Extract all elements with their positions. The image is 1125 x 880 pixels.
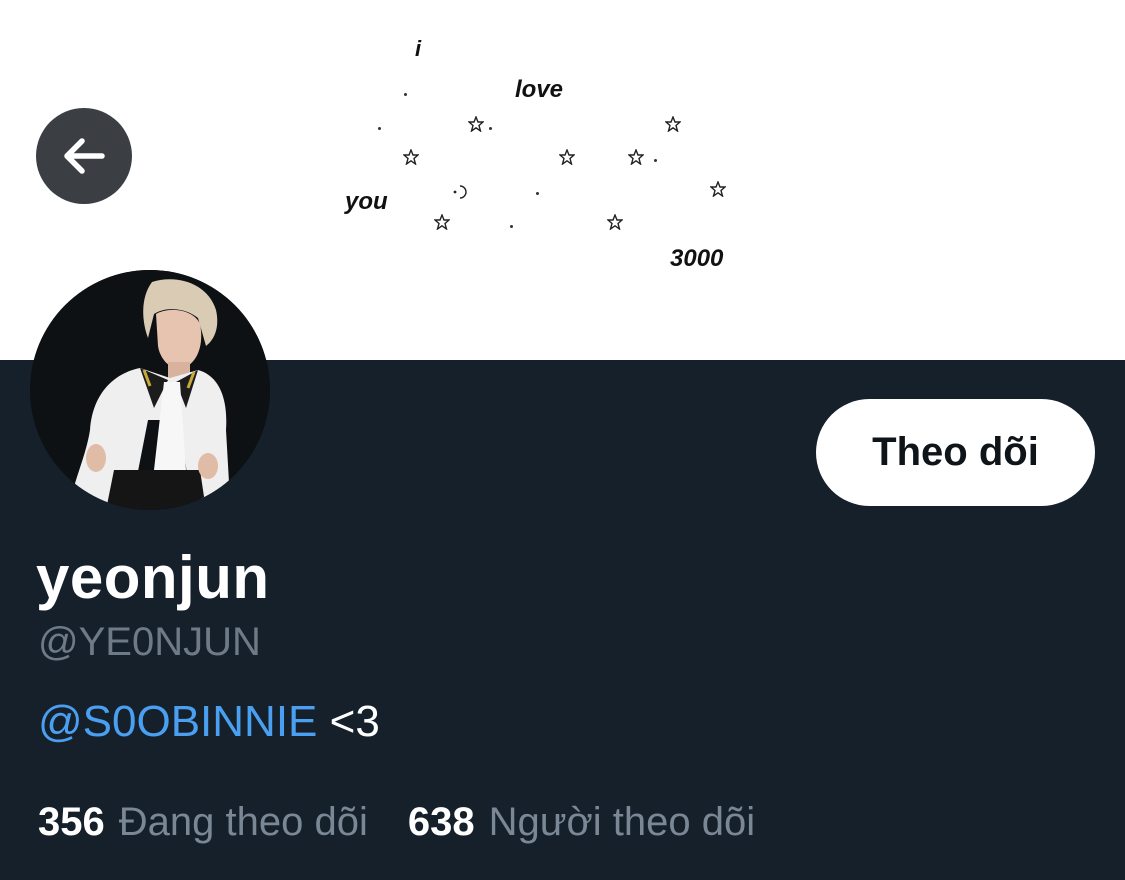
bio-mention-link[interactable]: @S0OBINNIE — [38, 697, 317, 746]
followers-link[interactable]: 638 Người theo dõi — [408, 802, 755, 842]
star-icon — [607, 214, 623, 230]
following-label: Đang theo dõi — [118, 800, 368, 844]
profile-page: i love you 3000 Theo dõi yeonjun @YE0NJU… — [0, 0, 1125, 880]
follow-button[interactable]: Theo dõi — [816, 399, 1095, 506]
star-icon — [665, 116, 681, 132]
star-icon — [403, 149, 419, 165]
following-count: 356 — [38, 800, 105, 844]
banner-dot — [536, 192, 539, 195]
crescent-moon-icon — [452, 183, 470, 201]
avatar[interactable] — [30, 270, 270, 510]
banner-dot — [489, 127, 492, 130]
user-handle: @YE0NJUN — [38, 620, 261, 664]
banner-word-3000: 3000 — [670, 245, 724, 272]
back-button[interactable] — [36, 108, 132, 204]
display-name: yeonjun — [36, 544, 270, 611]
followers-label: Người theo dõi — [488, 800, 756, 844]
banner-word-love: love — [515, 76, 564, 103]
arrow-left-icon — [64, 138, 105, 174]
following-link[interactable]: 356 Đang theo dõi — [38, 802, 368, 842]
follow-stats: 356 Đang theo dõi 638 Người theo dõi — [38, 802, 755, 842]
star-icon — [628, 149, 644, 165]
profile-bio: @S0OBINNIE <3 — [38, 700, 380, 744]
banner-dot — [654, 159, 657, 162]
star-icon — [559, 149, 575, 165]
banner-word-i: i — [415, 36, 422, 61]
banner-dot — [510, 225, 513, 228]
star-icon — [710, 181, 726, 197]
star-icon — [434, 214, 450, 230]
banner-dot — [378, 127, 381, 130]
star-icon — [468, 116, 484, 132]
bio-text: <3 — [317, 697, 380, 746]
banner-dot — [404, 93, 407, 96]
followers-count: 638 — [407, 800, 475, 844]
banner-word-you: you — [345, 188, 388, 215]
